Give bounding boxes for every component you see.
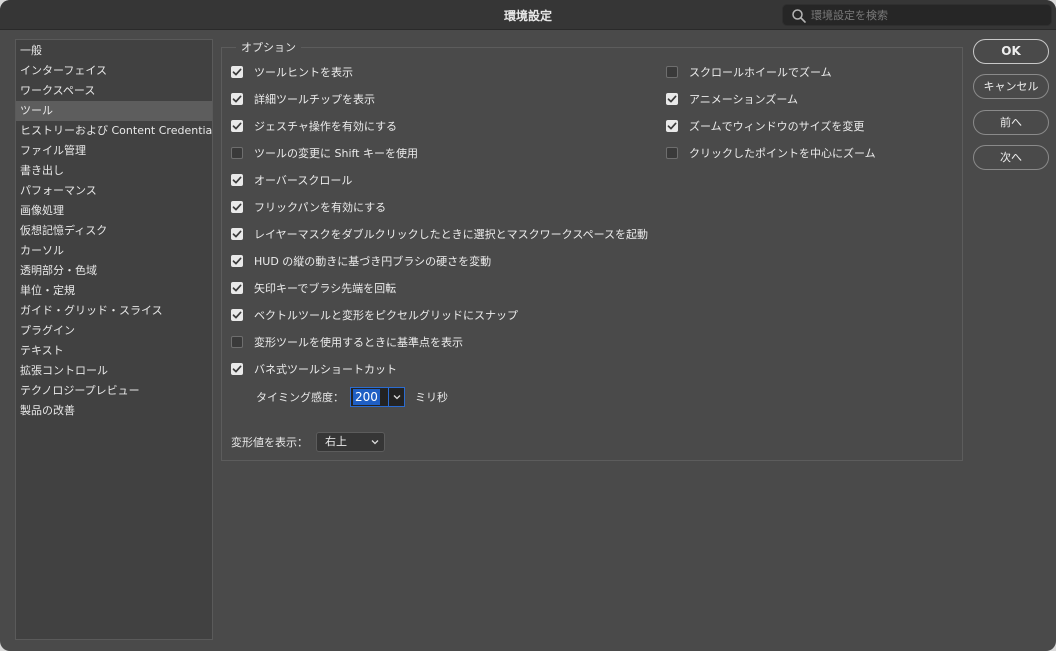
option-left-11[interactable]: バネ式ツールショートカット (231, 360, 397, 378)
timing-unit-label: ミリ秒 (415, 391, 448, 404)
option-left-0[interactable]: ツールヒントを表示 (231, 63, 353, 81)
option-label: ツールの変更に Shift キーを使用 (254, 147, 418, 160)
sidebar-item[interactable]: ガイド・グリッド・スライス (16, 301, 212, 321)
sidebar-item[interactable]: 仮想記憶ディスク (16, 221, 212, 241)
sidebar-item[interactable]: パフォーマンス (16, 181, 212, 201)
option-label: スクロールホイールでズーム (689, 66, 832, 79)
checkbox-unchecked[interactable] (231, 147, 243, 159)
checkbox-checked[interactable] (231, 93, 243, 105)
sidebar-item[interactable]: ワークスペース (16, 81, 212, 101)
option-right-2[interactable]: ズームでウィンドウのサイズを変更 (666, 117, 864, 135)
timing-sensitivity-label: タイミング感度： (256, 391, 344, 404)
transform-values-select[interactable]: 右上 (316, 432, 385, 452)
option-left-5[interactable]: フリックパンを有効にする (231, 198, 386, 216)
transform-values-selected: 右上 (325, 435, 347, 448)
title-bar: 環境設定 (0, 0, 1056, 30)
checkbox-checked[interactable] (666, 120, 678, 132)
checkbox-checked[interactable] (666, 93, 678, 105)
sidebar-item[interactable]: 単位・定規 (16, 281, 212, 301)
sidebar-item[interactable]: プラグイン (16, 321, 212, 341)
option-label: 詳細ツールチップを表示 (254, 93, 375, 106)
option-left-3[interactable]: ツールの変更に Shift キーを使用 (231, 144, 418, 162)
option-right-0[interactable]: スクロールホイールでズーム (666, 63, 832, 81)
chevron-down-icon (393, 395, 400, 400)
sidebar: 一般 インターフェイス ワークスペース ツール ヒストリーおよび Content Cre… (15, 39, 213, 640)
ok-button[interactable]: OK (973, 39, 1049, 64)
sidebar-item[interactable]: ツール (16, 101, 212, 121)
checkbox-checked[interactable] (231, 309, 243, 321)
option-label: ベクトルツールと変形をピクセルグリッドにスナップ (254, 309, 518, 322)
preferences-window: 環境設定 一般インターフェイスワークスペースツールヒストリーおよび Conten… (0, 0, 1056, 651)
option-label: ツールヒントを表示 (254, 66, 353, 79)
sidebar-item[interactable]: 書き出し (16, 161, 212, 181)
option-label: レイヤーマスクをダブルクリックしたときに選択とマスクワークスペースを起動 (254, 228, 649, 241)
option-label: ジェスチャ操作を有効にする (254, 120, 397, 133)
option-label: 矢印キーでブラシ先端を回転 (254, 282, 397, 295)
transform-values-label: 変形値を表示： (231, 436, 308, 449)
option-left-1[interactable]: 詳細ツールチップを表示 (231, 90, 375, 108)
checkbox-checked[interactable] (231, 66, 243, 78)
sidebar-item[interactable]: 拡張コントロール (16, 361, 212, 381)
options-group-title: オプション (236, 39, 301, 55)
timing-sensitivity-input[interactable]: 200 (350, 387, 389, 407)
option-left-7[interactable]: HUD の縦の動きに基づき円ブラシの硬さを変動 (231, 252, 491, 270)
option-left-4[interactable]: オーバースクロール (231, 171, 352, 189)
option-left-8[interactable]: 矢印キーでブラシ先端を回転 (231, 279, 396, 297)
sidebar-item[interactable]: ファイル管理 (16, 141, 212, 161)
sidebar-item[interactable]: 製品の改善 (16, 401, 212, 421)
checkbox-unchecked[interactable] (666, 66, 678, 78)
checkbox-checked[interactable] (231, 174, 243, 186)
option-left-10[interactable]: 変形ツールを使用するときに基準点を表示 (231, 333, 463, 351)
option-label: クリックしたポイントを中心にズーム (689, 147, 876, 160)
option-label: アニメーションズーム (689, 93, 799, 106)
cancel-button[interactable]: キャンセル (973, 74, 1049, 99)
checkbox-checked[interactable] (231, 255, 243, 267)
option-right-3[interactable]: クリックしたポイントを中心にズーム (666, 144, 876, 162)
sidebar-item[interactable]: 一般 (16, 41, 212, 61)
sidebar-item[interactable]: テキスト (16, 341, 212, 361)
option-left-9[interactable]: ベクトルツールと変形をピクセルグリッドにスナップ (231, 306, 518, 324)
checkbox-checked[interactable] (231, 228, 243, 240)
sidebar-item[interactable]: インターフェイス (16, 61, 212, 81)
option-left-2[interactable]: ジェスチャ操作を有効にする (231, 117, 397, 135)
prev-button[interactable]: 前へ (973, 110, 1049, 135)
sidebar-item[interactable]: テクノロジープレビュー (16, 381, 212, 401)
sidebar-item[interactable]: 透明部分・色域 (16, 261, 212, 281)
transform-values-row: 変形値を表示： 右上 (231, 432, 385, 452)
option-label: ズームでウィンドウのサイズを変更 (689, 120, 865, 133)
option-label: フリックパンを有効にする (254, 201, 387, 214)
sidebar-item[interactable]: カーソル (16, 241, 212, 261)
timing-sensitivity-dropdown[interactable] (389, 387, 405, 407)
option-label: オーバースクロール (254, 174, 353, 187)
search-box[interactable] (782, 4, 1052, 26)
option-label: HUD の縦の動きに基づき円ブラシの硬さを変動 (254, 255, 492, 268)
chevron-down-icon (371, 440, 379, 445)
checkbox-unchecked[interactable] (666, 147, 678, 159)
option-label: 変形ツールを使用するときに基準点を表示 (254, 336, 463, 349)
sidebar-item[interactable]: 画像処理 (16, 201, 212, 221)
checkbox-checked[interactable] (231, 120, 243, 132)
next-button[interactable]: 次へ (973, 145, 1049, 170)
search-icon (792, 9, 806, 23)
option-left-6[interactable]: レイヤーマスクをダブルクリックしたときに選択とマスクワークスペースを起動 (231, 225, 648, 243)
option-label: バネ式ツールショートカット (254, 363, 397, 376)
timing-sensitivity-row: タイミング感度： 200 ミリ秒 (256, 387, 448, 407)
checkbox-checked[interactable] (231, 282, 243, 294)
checkbox-checked[interactable] (231, 201, 243, 213)
checkbox-checked[interactable] (231, 363, 243, 375)
sidebar-item[interactable]: ヒストリーおよび Content Credentials (16, 121, 212, 141)
timing-sensitivity-value: 200 (353, 389, 380, 405)
option-right-1[interactable]: アニメーションズーム (666, 90, 798, 108)
search-input[interactable] (809, 6, 1045, 24)
checkbox-unchecked[interactable] (231, 336, 243, 348)
